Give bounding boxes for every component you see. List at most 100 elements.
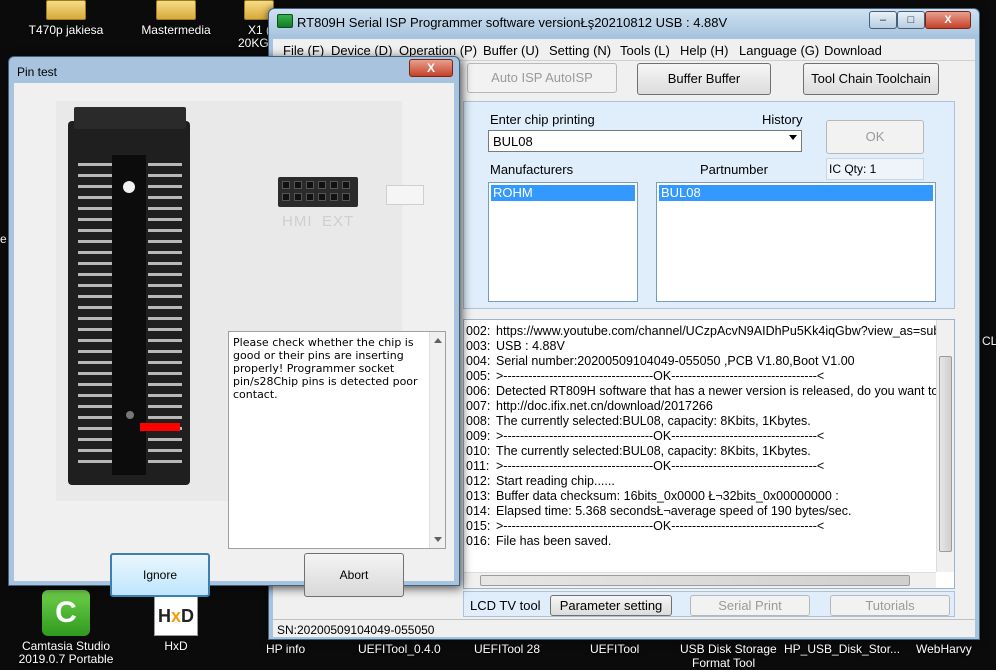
socket-pin	[78, 460, 112, 463]
partnumber-list[interactable]: BUL08	[656, 182, 936, 302]
manufacturers-label: Manufacturers	[490, 162, 574, 177]
socket-pin	[78, 306, 112, 309]
desktop-icon-label: T470p jakiesa	[28, 23, 104, 37]
socket-pin	[78, 229, 112, 232]
socket-pin	[148, 196, 182, 199]
message-textbox[interactable]: Please check whether the chip is good or…	[228, 331, 446, 549]
desktop-icon-camtasia[interactable]: C Camtasia Studio 2019.0.7 Portable	[18, 590, 114, 666]
toolchain-button[interactable]: Tool Chain Toolchain	[803, 63, 939, 95]
serial-print-button[interactable]: Serial Print	[690, 595, 810, 616]
ok-button[interactable]: OK	[826, 120, 924, 154]
desktop-label[interactable]: UEFITool	[590, 642, 639, 656]
desktop-label[interactable]: WebHarvy	[916, 642, 972, 656]
chip-combo[interactable]: BUL08	[488, 130, 802, 152]
socket-pin	[78, 438, 112, 441]
zif-lever	[74, 107, 186, 129]
maximize-button[interactable]: □	[897, 11, 925, 29]
socket-pin	[78, 383, 112, 386]
socket-pin	[78, 339, 112, 342]
auto-isp-button[interactable]: Auto ISP AutoISP	[467, 63, 617, 93]
log-line: 006: Detected RT809H software that has a …	[466, 384, 955, 398]
scroll-down-icon[interactable]	[434, 537, 442, 542]
scroll-up-icon[interactable]	[434, 338, 442, 343]
hxd-icon: HxD	[154, 596, 198, 636]
log-vertical-scrollbar[interactable]	[936, 320, 954, 572]
minimize-button[interactable]: –	[869, 11, 897, 29]
socket-pin	[148, 383, 182, 386]
socket-pin	[148, 273, 182, 276]
chip-panel: Enter chip printing History BUL08 OK Man…	[463, 101, 955, 309]
socket-pin	[148, 207, 182, 210]
menu-setting[interactable]: Setting (N)	[549, 43, 611, 58]
close-button[interactable]: X	[925, 11, 971, 29]
socket-pin	[78, 449, 112, 452]
socket-pin	[148, 240, 182, 243]
ignore-button[interactable]: Ignore	[110, 553, 210, 597]
scrollbar-thumb[interactable]	[939, 356, 952, 552]
socket-pin	[78, 317, 112, 320]
scrollbar-thumb[interactable]	[480, 575, 910, 586]
socket-pin	[148, 295, 182, 298]
socket-pin	[78, 240, 112, 243]
log-line: 011: >-----------------------------------…	[466, 459, 825, 473]
desktop-icon-t470p[interactable]: T470p jakiesa	[18, 0, 114, 37]
socket-pin	[78, 284, 112, 287]
log-line: 014: Elapsed time: 5.368 secondsŁ¬average…	[466, 504, 852, 518]
history-label: History	[762, 112, 803, 127]
list-item[interactable]: ROHM	[491, 185, 635, 201]
desktop-icon-hxd[interactable]: HxD HxD	[128, 596, 224, 653]
app-icon	[277, 14, 293, 28]
socket-pin	[148, 361, 182, 364]
socket-pin	[78, 251, 112, 254]
socket-pin	[148, 405, 182, 408]
tutorials-button[interactable]: Tutorials	[830, 595, 950, 616]
socket-pin	[78, 273, 112, 276]
header-pin	[318, 193, 326, 201]
menu-tools[interactable]: Tools (L)	[620, 43, 670, 58]
desktop-label[interactable]: USB Disk Storage	[680, 642, 777, 656]
hmi-label: HMI	[282, 213, 313, 230]
hmi-ext-header	[278, 177, 358, 207]
title-bar[interactable]: RT809H Serial ISP Programmer software ve…	[269, 9, 979, 35]
desktop-icon-label: HxD	[164, 639, 188, 653]
dialog-close-button[interactable]: X	[409, 59, 453, 77]
abort-button[interactable]: Abort	[304, 553, 404, 597]
message-text: Please check whether the chip is good or…	[233, 336, 418, 401]
chip-combo-value: BUL08	[493, 134, 533, 149]
desktop-icon-label: Mastermedia	[141, 23, 211, 37]
socket-pin	[78, 207, 112, 210]
dialog-title: Pin test	[17, 65, 58, 79]
buffer-button[interactable]: Buffer Buffer	[637, 63, 771, 95]
log-output[interactable]: 002: https://www.youtube.com/channel/UCzp…	[463, 319, 955, 589]
desktop-label[interactable]: UEFITool 28	[474, 642, 540, 656]
desktop-label[interactable]: UEFITool_0.4.0	[358, 642, 441, 656]
message-scrollbar[interactable]	[429, 332, 445, 548]
log-line: 013: Buffer data checksum: 16bits_0x0000 …	[466, 489, 839, 503]
desktop-label[interactable]: HP_USB_Disk_Stor...	[784, 642, 900, 656]
menu-help[interactable]: Help (H)	[680, 43, 728, 58]
desktop-label[interactable]: Format Tool	[692, 656, 755, 670]
manufacturers-list[interactable]: ROHM	[488, 182, 638, 302]
list-item[interactable]: BUL08	[659, 185, 933, 201]
parameter-setting-button[interactable]: Parameter setting	[550, 595, 672, 616]
menu-language[interactable]: Language (G)	[739, 43, 819, 58]
header-pin	[306, 181, 314, 189]
chevron-down-icon[interactable]	[789, 135, 797, 140]
header-pin	[282, 181, 290, 189]
desktop-icon-mastermedia[interactable]: Mastermedia	[128, 0, 224, 37]
socket-pin	[148, 218, 182, 221]
desktop-label[interactable]: HP info	[266, 642, 305, 656]
enter-chip-label: Enter chip printing	[490, 112, 595, 127]
socket-pin	[78, 185, 112, 188]
socket-pin	[78, 174, 112, 177]
menu-download[interactable]: Download	[824, 43, 882, 58]
log-horizontal-scrollbar[interactable]	[464, 572, 936, 588]
socket-pin	[78, 394, 112, 397]
menu-buffer[interactable]: Buffer (U)	[483, 43, 539, 58]
socket-pin	[148, 416, 182, 419]
socket-pin	[148, 229, 182, 232]
socket-pin	[148, 350, 182, 353]
socket-pin	[148, 394, 182, 397]
bad-pin-marker	[140, 423, 180, 431]
status-bar: SN:20200509104049-055050	[273, 619, 975, 637]
